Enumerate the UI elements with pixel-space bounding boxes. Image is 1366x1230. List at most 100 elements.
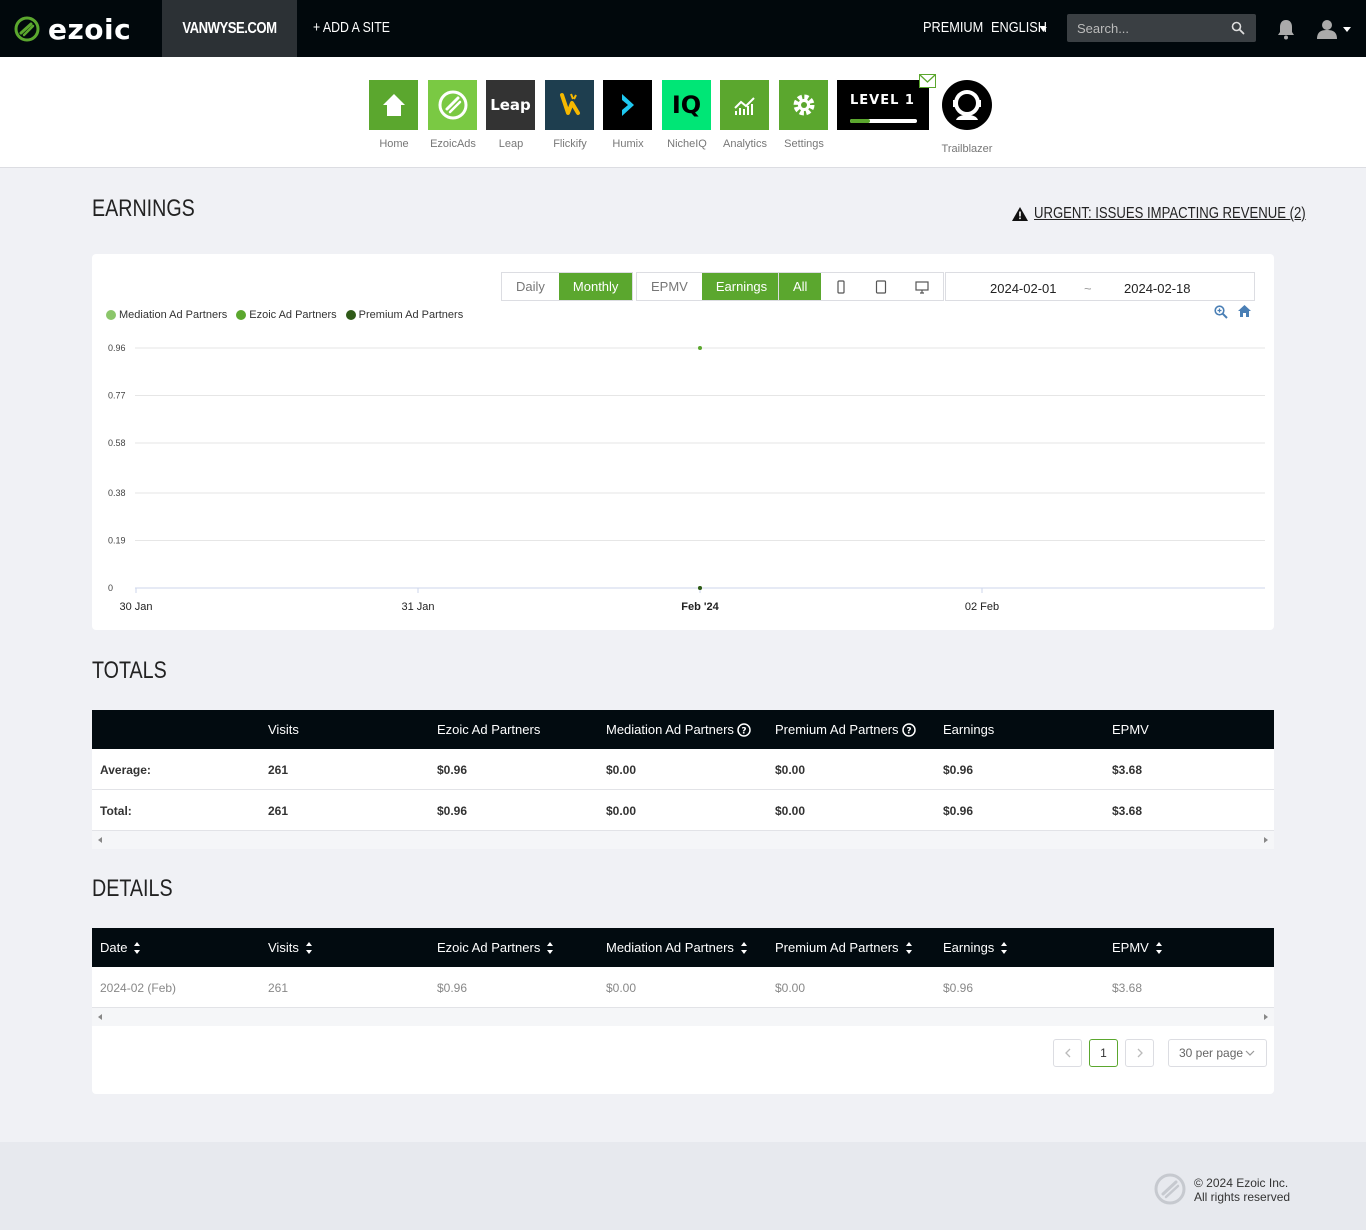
urgent-issues-link[interactable]: URGENT: ISSUES IMPACTING REVENUE (2)	[1011, 205, 1365, 223]
sort-premium-header[interactable]: Premium Ad Partners	[775, 940, 913, 955]
table-cell: $3.68	[1112, 763, 1143, 777]
app-humix[interactable]: Humix	[603, 80, 653, 150]
y-tick-label: 0.96	[108, 343, 126, 353]
page-number-button[interactable]: 1	[1089, 1039, 1118, 1067]
totals-table: Visits Ezoic Ad Partners Mediation Ad Pa…	[92, 710, 1274, 849]
app-leap[interactable]: Leap Leap	[486, 80, 536, 150]
earnings-title: EARNINGS	[92, 195, 195, 222]
user-icon[interactable]	[1316, 18, 1338, 40]
table-cell: $0.00	[606, 763, 637, 777]
search-box	[1067, 14, 1256, 42]
sort-date-header[interactable]: Date	[100, 940, 141, 955]
help-icon[interactable]: ?	[901, 722, 916, 737]
user-menu-chevron-icon[interactable]	[1343, 27, 1351, 32]
humix-icon	[603, 80, 652, 130]
chart-legend: Mediation Ad Partners Ezoic Ad Partners …	[106, 309, 472, 321]
legend-dot	[345, 310, 356, 320]
app-ezoicads[interactable]: EzoicAds	[428, 80, 478, 150]
scroll-right-icon[interactable]	[1264, 1014, 1268, 1020]
help-icon[interactable]: ?	[737, 722, 751, 737]
urgent-link-text[interactable]: URGENT: ISSUES IMPACTING REVENUE (2)	[1034, 205, 1306, 223]
reset-zoom-home-icon[interactable]	[1237, 304, 1252, 318]
premium-link[interactable]: PREMIUM	[923, 19, 994, 36]
sort-ezoic-header[interactable]: Ezoic Ad Partners	[437, 940, 554, 955]
legend-item-ezoic[interactable]: Ezoic Ad Partners	[236, 309, 337, 321]
next-page-button[interactable]	[1125, 1039, 1154, 1067]
desktop-device-button[interactable]	[901, 273, 944, 300]
legend-item-premium[interactable]: Premium Ad Partners	[345, 309, 463, 321]
date-from[interactable]: 2024-02-01	[990, 281, 1057, 296]
sort-icon	[740, 941, 747, 954]
search-input[interactable]	[1077, 20, 1227, 36]
app-trailblazer[interactable]: Trailblazer	[942, 80, 992, 155]
table-cell: 261	[268, 763, 289, 777]
device-all-button[interactable]: All	[779, 273, 822, 300]
tablet-device-button[interactable]	[861, 273, 902, 300]
daily-button[interactable]: Daily	[502, 273, 559, 300]
home-icon	[369, 80, 418, 130]
ezoic-logo[interactable]: ezoic	[14, 12, 131, 46]
mobile-device-button[interactable]	[821, 273, 862, 300]
language-dropdown[interactable]: ENGLISH	[991, 19, 1057, 36]
date-range-picker[interactable]: 2024-02-01 ~ 2024-02-18	[945, 272, 1255, 301]
app-flickify[interactable]: Flickify	[545, 80, 595, 150]
warning-icon	[1012, 207, 1028, 221]
row-label: Average:	[100, 763, 151, 777]
date-to[interactable]: 2024-02-18	[1124, 281, 1191, 296]
sort-epmv-header[interactable]: EPMV	[1112, 940, 1163, 955]
per-page-select[interactable]: 30 per page	[1168, 1039, 1267, 1067]
legend-label: Mediation Ad Partners	[119, 309, 228, 321]
sort-visits-header[interactable]: Visits	[268, 940, 313, 955]
flickify-icon	[545, 80, 594, 130]
scroll-left-icon[interactable]	[98, 1014, 102, 1020]
horizontal-scrollbar[interactable]	[92, 1008, 1274, 1026]
column-header: Premium Ad Partners ?	[775, 722, 916, 737]
tablet-icon	[876, 279, 887, 294]
legend-item-mediation[interactable]: Mediation Ad Partners	[106, 309, 227, 321]
legend-label: Ezoic Ad Partners	[249, 309, 337, 321]
table-cell: 261	[268, 804, 289, 818]
chevron-down-icon	[1040, 27, 1047, 32]
epmv-button[interactable]: EPMV	[637, 273, 702, 300]
app-analytics[interactable]: Analytics	[720, 80, 770, 150]
scroll-right-icon[interactable]	[1264, 837, 1268, 843]
top-nav: ezoic VANWYSE.COM + ADD A SITE PREMIUM E…	[0, 0, 1366, 57]
logo-text: ezoic	[48, 12, 132, 46]
add-site-link[interactable]: + ADD A SITE	[313, 19, 407, 36]
sort-mediation-header[interactable]: Mediation Ad Partners	[606, 940, 748, 955]
scroll-left-icon[interactable]	[98, 837, 102, 843]
monthly-button[interactable]: Monthly	[558, 273, 633, 300]
nicheiq-icon: IQ	[662, 80, 711, 130]
mail-icon[interactable]	[919, 74, 936, 88]
column-header: Ezoic Ad Partners	[437, 722, 541, 737]
app-label: Trailblazer	[941, 143, 993, 155]
row-label: Total:	[100, 804, 132, 818]
app-nicheiq[interactable]: IQ NicheIQ	[662, 80, 712, 150]
search-icon[interactable]	[1231, 21, 1245, 35]
table-cell: $3.68	[1112, 804, 1143, 818]
earnings-button[interactable]: Earnings	[701, 273, 782, 300]
site-tab-vanwyse[interactable]: VANWYSE.COM	[162, 0, 297, 57]
x-tick-label: Feb '24	[681, 601, 719, 613]
chevron-right-icon	[1137, 1048, 1143, 1058]
column-header: Visits	[268, 722, 299, 737]
legend-dot	[236, 310, 247, 320]
app-home[interactable]: Home	[369, 80, 419, 150]
table-cell: $0.96	[437, 804, 468, 818]
level-badge[interactable]: LEVEL 1	[837, 80, 929, 130]
prev-page-button[interactable]	[1053, 1039, 1082, 1067]
bell-icon[interactable]	[1276, 18, 1296, 40]
sort-icon	[905, 941, 912, 954]
column-header: Mediation Ad Partners ?	[606, 722, 751, 737]
zoom-icon[interactable]	[1214, 305, 1228, 319]
y-tick-label: 0.77	[108, 391, 126, 401]
app-bar: Home EzoicAds Leap Leap Flickify Humix I…	[0, 57, 1366, 168]
app-settings[interactable]: Settings	[779, 80, 829, 150]
sort-icon	[1001, 941, 1008, 954]
sort-earnings-header[interactable]: Earnings	[943, 940, 1008, 955]
horizontal-scrollbar[interactable]	[92, 831, 1274, 849]
mobile-icon	[837, 279, 846, 294]
x-tick-label: 02 Feb	[965, 601, 999, 613]
sort-icon	[1155, 941, 1162, 954]
period-toggle: Daily Monthly	[501, 272, 634, 301]
